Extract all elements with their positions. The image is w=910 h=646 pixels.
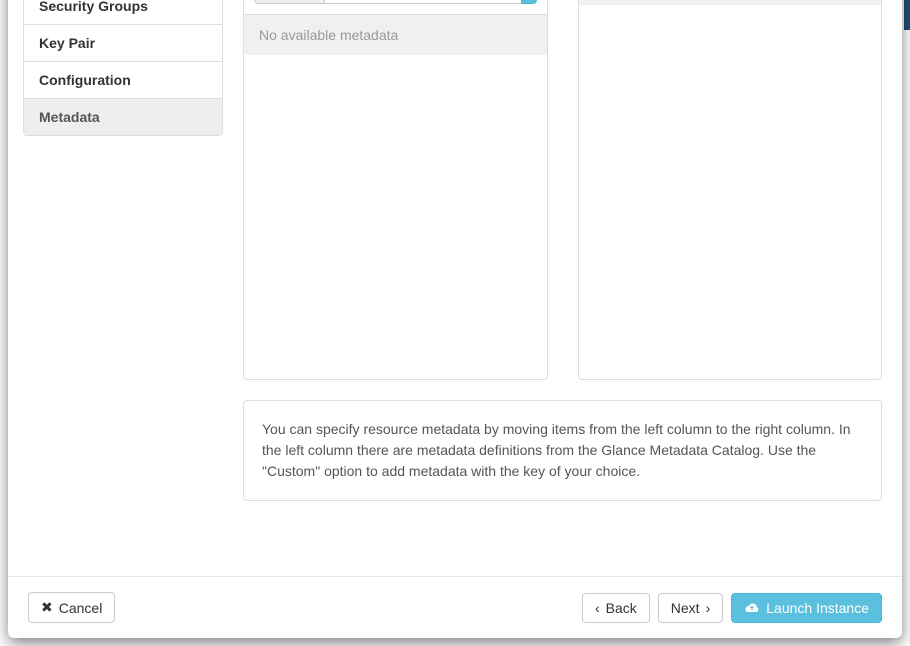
sidebar-item-security-groups[interactable]: Security Groups xyxy=(24,0,222,25)
next-button[interactable]: Next › xyxy=(658,593,723,623)
wizard-steps-list: Network Ports Security Groups Key Pair C… xyxy=(23,0,223,136)
help-text-box: You can specify resource metadata by mov… xyxy=(243,400,882,501)
metadata-content: Custom + No available metadata xyxy=(223,0,902,576)
chevron-left-icon: ‹ xyxy=(595,600,600,616)
metadata-columns: Custom + No available metadata xyxy=(243,0,882,380)
launch-label: Launch Instance xyxy=(766,600,869,616)
modal-body: Network Ports Security Groups Key Pair C… xyxy=(8,0,902,576)
wizard-sidebar: Network Ports Security Groups Key Pair C… xyxy=(8,0,223,576)
sidebar-item-label: Metadata xyxy=(39,109,100,125)
existing-metadata-panel: No existing metadata xyxy=(578,0,883,380)
sidebar-item-metadata[interactable]: Metadata xyxy=(24,99,222,135)
next-label: Next xyxy=(671,600,700,616)
cloud-upload-icon xyxy=(744,601,760,615)
sidebar-item-configuration[interactable]: Configuration xyxy=(24,62,222,99)
launch-instance-button[interactable]: Launch Instance xyxy=(731,593,882,623)
available-empty-message: No available metadata xyxy=(244,15,547,55)
sidebar-item-label: Configuration xyxy=(39,72,131,88)
existing-panel-body xyxy=(579,5,882,379)
custom-label: Custom xyxy=(254,0,324,4)
help-text: You can specify resource metadata by mov… xyxy=(262,421,851,479)
sidebar-item-label: Key Pair xyxy=(39,35,95,51)
available-panel-body xyxy=(244,55,547,379)
back-button[interactable]: ‹ Back xyxy=(582,593,650,623)
custom-metadata-row: Custom + xyxy=(244,0,547,15)
custom-key-input[interactable] xyxy=(324,0,521,4)
sidebar-item-key-pair[interactable]: Key Pair xyxy=(24,25,222,62)
available-metadata-panel: Custom + No available metadata xyxy=(243,0,548,380)
modal-footer: ✖ Cancel ‹ Back Next › Launch Instance xyxy=(8,576,902,638)
back-label: Back xyxy=(606,600,637,616)
chevron-right-icon: › xyxy=(706,600,711,616)
cancel-label: Cancel xyxy=(59,600,103,616)
sidebar-item-label: Security Groups xyxy=(39,0,148,14)
close-icon: ✖ xyxy=(41,599,53,616)
launch-instance-modal: Network Ports Security Groups Key Pair C… xyxy=(8,0,902,638)
add-custom-button[interactable]: + xyxy=(521,0,537,4)
cancel-button[interactable]: ✖ Cancel xyxy=(28,592,115,623)
